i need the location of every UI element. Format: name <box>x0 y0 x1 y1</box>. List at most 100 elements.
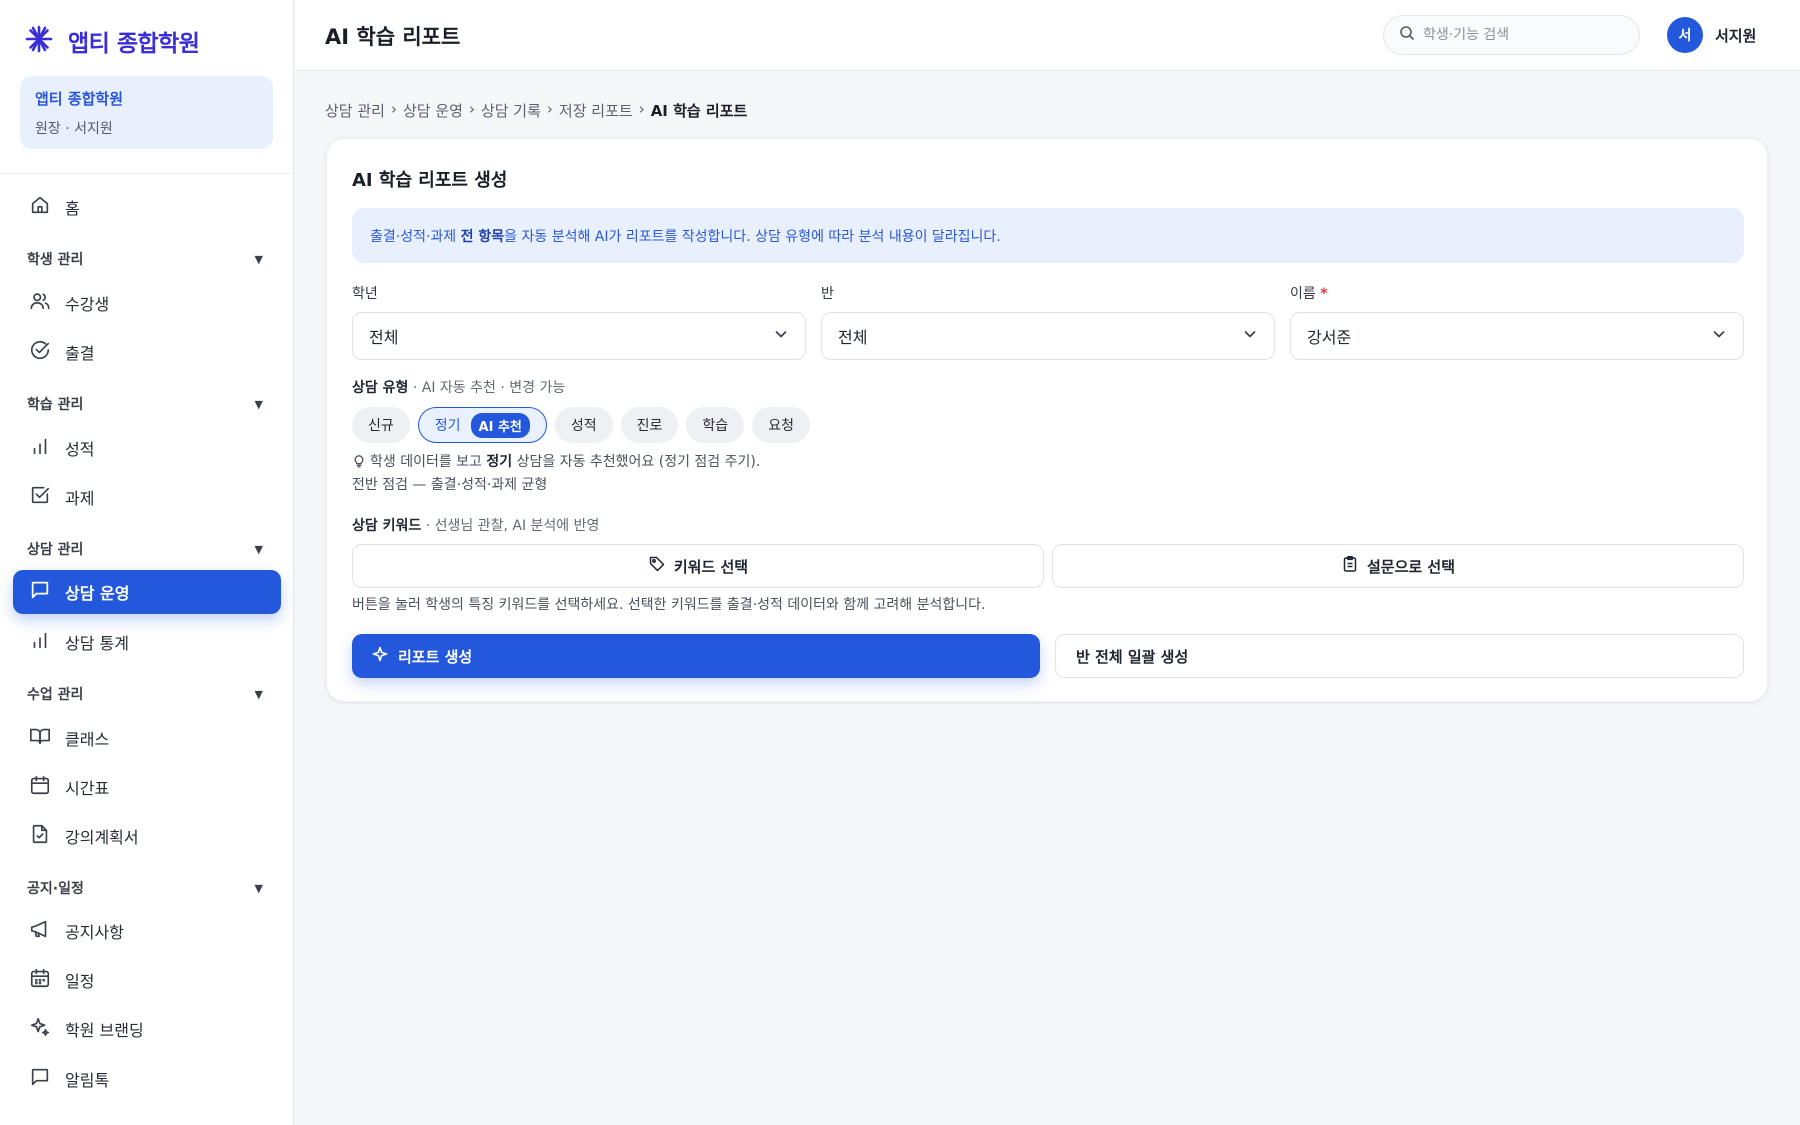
academy-name: 앱티 종합학원 <box>35 90 124 108</box>
sidebar-item-label: 출결 <box>65 344 95 363</box>
sparkles-icon <box>29 1016 51 1042</box>
nav-group-students[interactable]: 학생 관리 ▼ <box>27 248 263 270</box>
avatar[interactable]: 서 <box>1667 17 1703 53</box>
sidebar-divider <box>0 173 293 174</box>
users-icon <box>29 290 51 316</box>
sidebar-item-enrolled[interactable]: 수강생 <box>13 281 281 325</box>
brand-logo[interactable]: 앱티 종합학원 <box>24 24 200 58</box>
sidebar-item-label: 상담 운영 <box>65 584 130 603</box>
grade-select-value: 전체 <box>369 328 399 347</box>
sidebar-item-counsel-stats[interactable]: 상담 통계 <box>13 620 281 664</box>
sidebar-item-label: 상담 통계 <box>65 634 129 653</box>
sidebar-item-label: 강의계획서 <box>65 828 139 847</box>
sidebar-item-grades[interactable]: 성적 <box>13 426 281 470</box>
sidebar-item-label: 시간표 <box>65 779 110 798</box>
student-name-select[interactable]: 강서준 <box>1290 312 1744 360</box>
sparkle-icon <box>372 646 388 666</box>
chip-grades[interactable]: 성적 <box>554 407 613 443</box>
keyword-select-button[interactable]: 키워드 선택 <box>352 544 1044 588</box>
sidebar-item-alimtalk[interactable]: 알림톡 <box>13 1057 281 1101</box>
breadcrumb-item[interactable]: 상담 운영 <box>403 100 463 121</box>
sidebar-item-home[interactable]: 홈 <box>13 185 281 229</box>
keyword-section-label: 상담 키워드 · 선생님 관찰, AI 분석에 반영 <box>352 518 600 534</box>
message-square-icon <box>29 579 51 605</box>
user-name[interactable]: 서지원 <box>1715 25 1756 46</box>
nav-group-label: 학습 관리 <box>27 397 84 413</box>
sidebar-item-label: 홈 <box>65 199 80 218</box>
name-label: 이름 * <box>1290 286 1328 302</box>
sidebar-item-label: 일정 <box>65 972 95 991</box>
ai-recommendation-hint: 학생 데이터를 보고 정기 상담을 자동 추천했어요 (정기 점검 주기). 전… <box>352 451 760 497</box>
nav-group-label: 학생 관리 <box>27 252 84 268</box>
chip-regular[interactable]: 정기 AI 추천 <box>417 407 547 443</box>
breadcrumb-current: AI 학습 리포트 <box>650 102 748 120</box>
caret-down-icon: ▼ <box>254 252 263 266</box>
generate-report-label: 리포트 생성 <box>398 647 473 666</box>
sidebar-item-branding[interactable]: 학원 브랜딩 <box>13 1007 281 1051</box>
breadcrumb-item[interactable]: 상담 기록 <box>481 100 541 121</box>
breadcrumb-item[interactable]: 상담 관리 <box>325 100 385 121</box>
survey-select-button[interactable]: 설문으로 선택 <box>1052 544 1744 588</box>
sidebar-item-attendance[interactable]: 출결 <box>13 330 281 374</box>
sidebar-item-schedule[interactable]: 일정 <box>13 958 281 1002</box>
nav-group-counseling[interactable]: 상담 관리 ▼ <box>27 538 263 560</box>
top-bar: AI 학습 리포트 서 서지원 <box>295 0 1800 71</box>
bar-chart-icon <box>29 435 51 461</box>
chevron-down-icon <box>1711 326 1727 346</box>
academy-card[interactable]: 앱티 종합학원 원장 · 서지원 <box>20 76 273 149</box>
counsel-type-label: 상담 유형 · AI 자동 추천 · 변경 가능 <box>352 380 566 396</box>
search-icon <box>1399 25 1415 45</box>
grade-select[interactable]: 전체 <box>352 312 806 360</box>
chevron-down-icon <box>773 326 789 346</box>
breadcrumb-separator: › <box>546 100 553 118</box>
chip-request[interactable]: 요청 <box>752 407 810 443</box>
sidebar-item-counsel-ops[interactable]: 상담 운영 <box>13 570 281 614</box>
megaphone-icon <box>29 918 51 944</box>
sidebar-item-label: 성적 <box>65 440 95 459</box>
chip-new[interactable]: 신규 <box>352 407 410 443</box>
sidebar-item-class[interactable]: 클래스 <box>13 716 281 760</box>
keyword-select-label: 키워드 선택 <box>673 557 749 576</box>
sidebar-item-label: 클래스 <box>65 730 110 749</box>
nav-group-notice[interactable]: 공지·일정 ▼ <box>27 877 263 899</box>
sidebar-item-announcements[interactable]: 공지사항 <box>13 909 281 953</box>
card-title: AI 학습 리포트 생성 <box>352 170 508 191</box>
check-circle-icon <box>29 339 51 365</box>
sidebar-item-label: 공지사항 <box>65 923 124 942</box>
breadcrumb-item[interactable]: 저장 리포트 <box>559 100 633 121</box>
sidebar-item-label: 과제 <box>65 489 95 508</box>
chip-label: 정기 <box>434 418 461 434</box>
home-icon <box>29 194 51 220</box>
class-select[interactable]: 전체 <box>821 312 1275 360</box>
chip-career[interactable]: 진로 <box>620 407 679 443</box>
counsel-type-chips: 신규 정기 AI 추천 성적 진로 학습 요청 <box>352 407 810 443</box>
search-box[interactable] <box>1383 15 1640 55</box>
clipboard-icon <box>1341 555 1359 577</box>
class-label: 반 <box>821 286 834 302</box>
message-square-icon <box>29 1066 51 1092</box>
generate-report-button[interactable]: 리포트 생성 <box>352 634 1040 678</box>
student-name-value: 강서준 <box>1307 328 1352 347</box>
sidebar-item-timetable[interactable]: 시간표 <box>13 765 281 809</box>
search-input[interactable] <box>1423 27 1623 43</box>
breadcrumb-separator: › <box>390 100 397 118</box>
nav-group-learning[interactable]: 학습 관리 ▼ <box>27 393 263 415</box>
bulk-generate-button[interactable]: 반 전체 일괄 생성 <box>1055 634 1744 678</box>
class-select-value: 전체 <box>838 328 868 347</box>
tag-icon <box>648 555 666 577</box>
breadcrumb-separator: › <box>468 100 475 118</box>
survey-select-label: 설문으로 선택 <box>1366 557 1456 576</box>
sidebar: 앱티 종합학원 앱티 종합학원 원장 · 서지원 홈 학생 관리 ▼ 수강생 출… <box>0 0 294 1125</box>
hint-line-2: 전반 점검 — 출결·성적·과제 균형 <box>352 477 548 493</box>
bar-chart-icon <box>29 629 51 655</box>
caret-down-icon: ▼ <box>254 881 263 895</box>
breadcrumb-separator: › <box>638 100 645 118</box>
file-check-icon <box>29 823 51 849</box>
nav-group-classes[interactable]: 수업 관리 ▼ <box>27 683 263 705</box>
report-generator-card: AI 학습 리포트 생성 출결·성적·과제 전 항목을 자동 분석해 AI가 리… <box>326 138 1768 702</box>
chip-study[interactable]: 학습 <box>686 407 745 443</box>
sidebar-item-syllabus[interactable]: 강의계획서 <box>13 814 281 858</box>
academy-role: 원장 · 서지원 <box>35 121 113 137</box>
sidebar-item-assignments[interactable]: 과제 <box>13 475 281 519</box>
required-mark: * <box>1320 286 1328 302</box>
